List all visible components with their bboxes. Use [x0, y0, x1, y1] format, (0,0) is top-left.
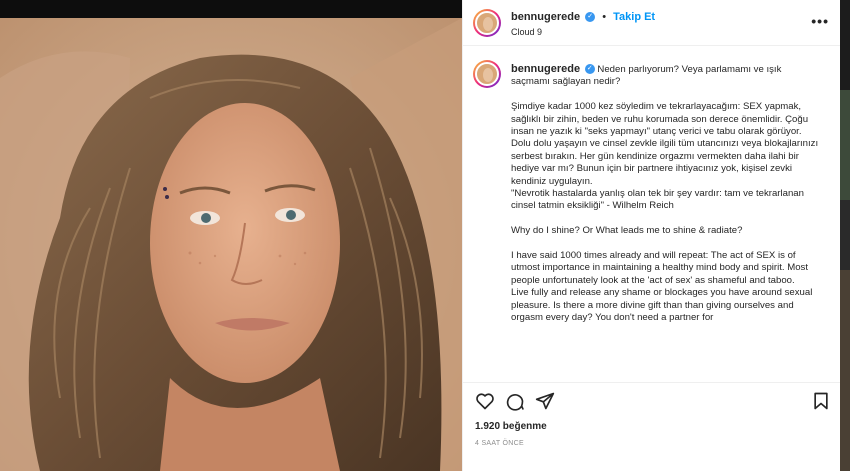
caption-line: Why do I shine? Or What leads me to shin… [511, 225, 743, 237]
verified-badge-icon: ✓ [585, 12, 596, 23]
edge-strip [840, 0, 850, 90]
instagram-post-view: bennugerede ✓ • Takip Et Cloud 9 ••• ben… [0, 0, 850, 471]
edge-strip [840, 90, 850, 200]
post-header: bennugerede ✓ • Takip Et Cloud 9 ••• [463, 0, 841, 46]
caption-line: "Nevrotik hastalarda yanlış olan tek bir… [511, 188, 804, 212]
caption-username[interactable]: bennugerede [511, 63, 580, 75]
share-icon[interactable] [535, 391, 555, 411]
caption-line: Dolu dolu yaşayın ve cinsel zevkle ilgil… [511, 138, 819, 187]
follow-button[interactable]: Takip Et [613, 11, 655, 23]
caption-text: bennugerede ✓ Neden parlıyorum? Veya par… [511, 63, 821, 324]
caption-avatar[interactable] [473, 60, 501, 88]
edge-strip [840, 200, 850, 270]
heart-icon[interactable] [475, 391, 495, 411]
post-timestamp[interactable]: 4 SAAT ÖNCE [475, 440, 524, 447]
action-bar [463, 382, 841, 416]
avatar[interactable] [473, 9, 501, 37]
caption-line: I have said 1000 times already and will … [511, 250, 809, 286]
header-username[interactable]: bennugerede [511, 11, 580, 23]
comment-icon[interactable] [505, 391, 525, 411]
background-page-edge [840, 0, 850, 471]
bookmark-icon[interactable] [811, 391, 831, 411]
verified-badge-icon: ✓ [584, 64, 595, 75]
post-sidebar: bennugerede ✓ • Takip Et Cloud 9 ••• ben… [462, 0, 841, 471]
caption-line: Şimdiye kadar 1000 kez söyledim ve tekra… [511, 101, 809, 138]
caption-line: Live fully and release any shame or bloc… [511, 287, 813, 324]
post-photo[interactable] [0, 18, 462, 471]
header-user-line: bennugerede ✓ • Takip Et [511, 11, 655, 23]
likes-count[interactable]: 1.920 beğenme [475, 421, 547, 432]
edge-strip [840, 270, 850, 471]
more-options-icon[interactable]: ••• [811, 13, 829, 29]
separator-dot: • [602, 11, 607, 23]
selfie-image [0, 18, 462, 471]
caption-area: bennugerede ✓ Neden parlıyorum? Veya par… [463, 46, 841, 382]
location-link[interactable]: Cloud 9 [511, 27, 542, 37]
